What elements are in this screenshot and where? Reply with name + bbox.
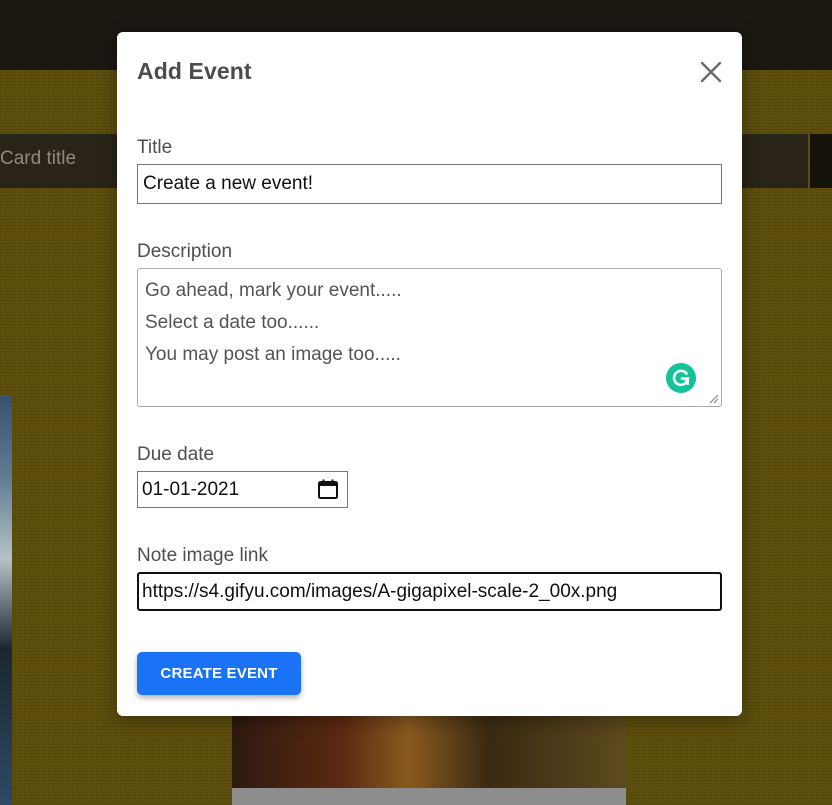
- add-event-modal: Add Event Title Create a new event! Desc…: [117, 32, 742, 716]
- close-button[interactable]: [696, 57, 726, 87]
- close-icon: [700, 61, 722, 83]
- description-textarea[interactable]: Go ahead, mark your event..... Select a …: [137, 268, 722, 407]
- description-line: Go ahead, mark your event.....: [145, 280, 402, 301]
- description-line: You may post an image too.....: [145, 344, 401, 365]
- title-input[interactable]: Create a new event!: [137, 164, 722, 204]
- grammarly-icon[interactable]: [666, 363, 696, 393]
- grammarly-g-icon: [672, 369, 690, 387]
- image-link-input[interactable]: https://s4.gifyu.com/images/A-gigapixel-…: [137, 572, 722, 611]
- image-link-label: Note image link: [137, 545, 268, 566]
- calendar-icon[interactable]: [316, 477, 340, 501]
- modal-title: Add Event: [137, 58, 252, 84]
- create-event-button[interactable]: CREATE EVENT: [137, 652, 301, 695]
- app-page: Card title Add Event Title Create a new …: [0, 0, 832, 805]
- description-line: Select a date too......: [145, 312, 320, 333]
- resize-grip-icon[interactable]: [709, 394, 719, 404]
- title-label: Title: [137, 137, 173, 158]
- description-label: Description: [137, 241, 233, 262]
- due-date-label: Due date: [137, 444, 215, 465]
